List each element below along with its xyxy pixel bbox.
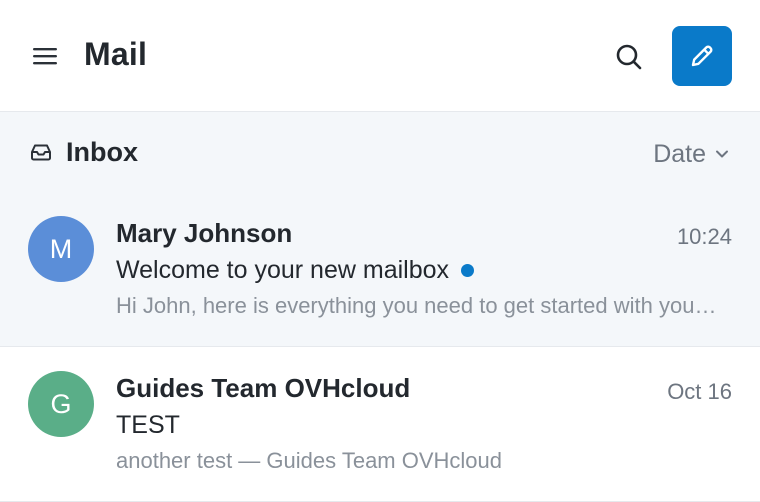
message-time: Oct 16 <box>667 379 732 404</box>
inbox-tray-icon <box>31 144 51 161</box>
message-subject: TEST <box>116 411 180 439</box>
message-row[interactable]: G Guides Team OVHcloud Oct 16 TEST anoth… <box>0 347 760 502</box>
message-row[interactable]: M Mary Johnson 10:24 Welcome to your new… <box>0 192 760 347</box>
hamburger-menu-icon <box>33 48 57 65</box>
message-preview: another test — Guides Team OVHcloud <box>116 448 503 473</box>
mail-app: Mail Inbox Date M Mary Johnson 10:24 Wel… <box>0 0 760 502</box>
message-subject-line: Welcome to your new mailbox <box>116 256 475 285</box>
avatar-initial: M <box>49 233 73 264</box>
chevron-down-icon <box>716 150 728 158</box>
message-time: 10:24 <box>676 224 732 249</box>
app-header: Mail <box>0 0 760 112</box>
search-icon <box>616 44 642 70</box>
avatar: M <box>28 216 94 282</box>
avatar-initial: G <box>50 388 72 419</box>
message-subject-line: TEST <box>116 411 180 440</box>
pencil-icon <box>691 45 713 67</box>
message-subject: Welcome to your new mailbox <box>116 256 450 284</box>
app-title: Mail <box>84 36 148 72</box>
menu-button[interactable] <box>31 44 59 68</box>
unread-indicator <box>461 264 475 277</box>
avatar: G <box>28 371 94 437</box>
compose-button[interactable] <box>672 26 732 86</box>
message-sender: Guides Team OVHcloud <box>116 373 411 403</box>
folder-title: Inbox <box>66 137 138 167</box>
message-sender: Mary Johnson <box>116 218 293 248</box>
search-button[interactable] <box>612 40 646 74</box>
message-preview: Hi John, here is everything you need to … <box>116 293 720 318</box>
sort-label: Date <box>653 139 706 168</box>
sort-dropdown[interactable]: Date <box>653 139 730 169</box>
